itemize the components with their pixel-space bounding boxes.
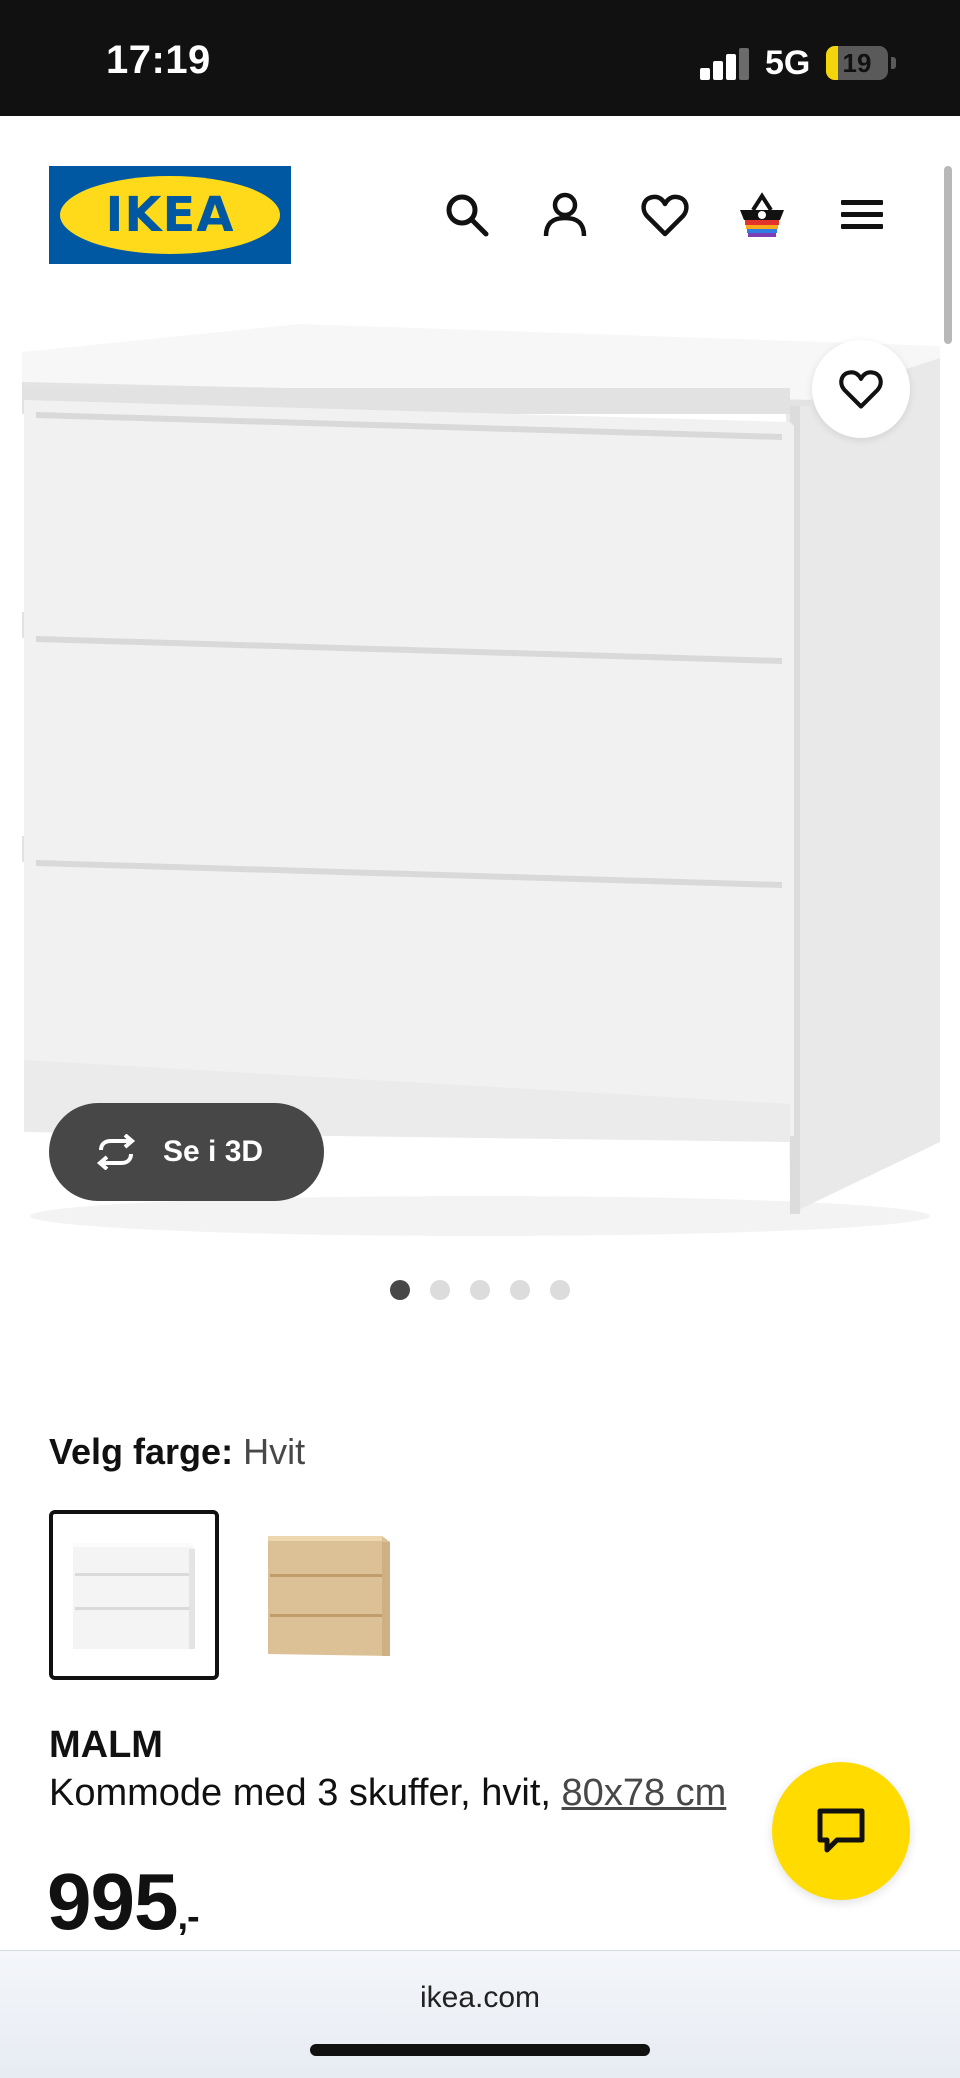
url-text[interactable]: ikea.com xyxy=(0,1981,960,2015)
heart-icon[interactable] xyxy=(640,190,690,240)
product-size-link[interactable]: 80x78 cm xyxy=(562,1772,727,1814)
home-indicator[interactable] xyxy=(310,2044,650,2056)
chat-icon xyxy=(817,1808,865,1853)
menu-icon[interactable] xyxy=(837,190,887,240)
oak-chest-thumbnail xyxy=(268,1536,390,1656)
color-heading: Velg farge: Hvit xyxy=(49,1431,305,1473)
status-time: 17:19 xyxy=(106,38,211,82)
battery-level: 19 xyxy=(842,47,872,78)
product-price: 995,- xyxy=(47,1856,200,1948)
site-header: IKEA xyxy=(0,116,960,296)
logo-text: IKEA xyxy=(105,187,235,243)
ikea-logo[interactable]: IKEA xyxy=(49,166,291,264)
rotate-icon xyxy=(96,1134,136,1170)
white-chest-thumbnail xyxy=(73,1543,195,1649)
price-value: 995 xyxy=(47,1857,178,1946)
gallery-dot[interactable] xyxy=(550,1280,570,1300)
product-description: Kommode med 3 skuffer, hvit, 80x78 cm xyxy=(49,1772,726,1815)
product-name: MALM xyxy=(49,1724,163,1766)
product-description-text: Kommode med 3 skuffer, hvit, xyxy=(49,1772,562,1814)
browser-url-bar[interactable]: ikea.com xyxy=(0,1950,960,2078)
logo-oval: IKEA xyxy=(60,176,280,254)
page-root: 17:19 5G 19 IKEA Se i 3D Velg farge: Hvi… xyxy=(0,0,960,2078)
search-icon[interactable] xyxy=(442,190,492,240)
price-suffix: ,- xyxy=(177,1896,199,1938)
user-icon[interactable] xyxy=(540,190,590,240)
battery-tip xyxy=(891,57,896,69)
gallery-dot[interactable] xyxy=(390,1280,410,1300)
heart-icon xyxy=(839,370,883,409)
status-bar: 17:19 5G 19 xyxy=(0,0,960,116)
color-swatch-white[interactable] xyxy=(49,1510,219,1680)
basket-icon[interactable] xyxy=(737,190,787,240)
gallery-pagination xyxy=(390,1278,580,1302)
color-value: Hvit xyxy=(243,1431,306,1472)
product-image[interactable] xyxy=(0,296,960,1236)
color-label: Velg farge: xyxy=(49,1431,234,1472)
gallery-dot[interactable] xyxy=(470,1280,490,1300)
favorite-button[interactable] xyxy=(812,340,910,438)
battery-icon: 19 xyxy=(826,46,888,80)
gallery-dot[interactable] xyxy=(430,1280,450,1300)
signal-icon xyxy=(700,48,752,80)
gallery-dot[interactable] xyxy=(510,1280,530,1300)
chat-button[interactable] xyxy=(772,1762,910,1900)
network-type: 5G xyxy=(765,44,811,82)
view-in-3d-button[interactable]: Se i 3D xyxy=(49,1103,324,1201)
color-swatch-oak[interactable] xyxy=(244,1510,414,1680)
view-in-3d-label: Se i 3D xyxy=(163,1135,264,1168)
